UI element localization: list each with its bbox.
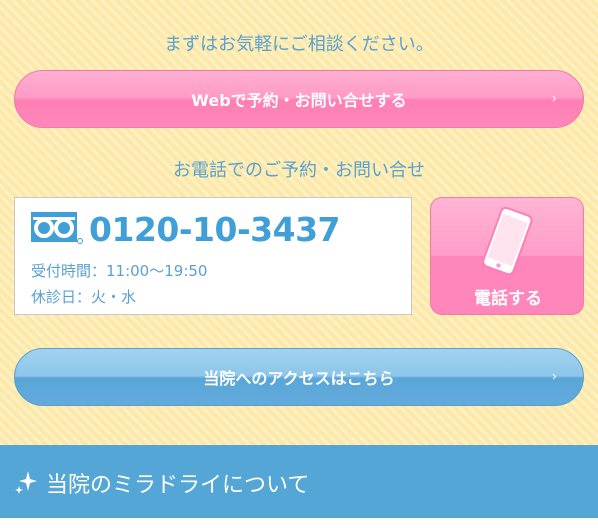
business-hours: 受付時間：11:00〜19:50 bbox=[31, 262, 208, 280]
chevron-right-icon: › bbox=[551, 91, 557, 107]
chevron-right-icon: › bbox=[551, 369, 557, 385]
freedial-icon bbox=[31, 212, 83, 244]
section-header: 当院のミラドライについて bbox=[0, 445, 598, 518]
call-label: 電話する bbox=[474, 289, 542, 309]
sparkle-icon bbox=[15, 471, 37, 494]
access-label: 当院へのアクセスはこちら bbox=[203, 369, 395, 388]
phone-number[interactable]: 0120-10-3437 bbox=[89, 210, 341, 249]
web-reservation-button[interactable]: Webで予約・お問い合せする › bbox=[14, 70, 584, 128]
section-title: 当院のミラドライについて bbox=[46, 473, 310, 498]
contact-panel: まずはお気軽にご相談ください。 Webで予約・お問い合せする › お電話でのご予… bbox=[0, 0, 598, 445]
smartphone-icon bbox=[482, 206, 533, 276]
closed-days: 休診日：火・水 bbox=[31, 288, 137, 306]
tel-info-box: 0120-10-3437 受付時間：11:00〜19:50 休診日：火・水 bbox=[14, 197, 412, 315]
web-reservation-label: Webで予約・お問い合せする bbox=[191, 91, 407, 110]
call-button[interactable]: 電話する bbox=[430, 197, 584, 315]
tel-heading: お電話でのご予約・お問い合せ bbox=[173, 160, 425, 181]
access-button[interactable]: 当院へのアクセスはこちら › bbox=[14, 348, 584, 406]
intro-text: まずはお気軽にご相談ください。 bbox=[164, 34, 434, 55]
